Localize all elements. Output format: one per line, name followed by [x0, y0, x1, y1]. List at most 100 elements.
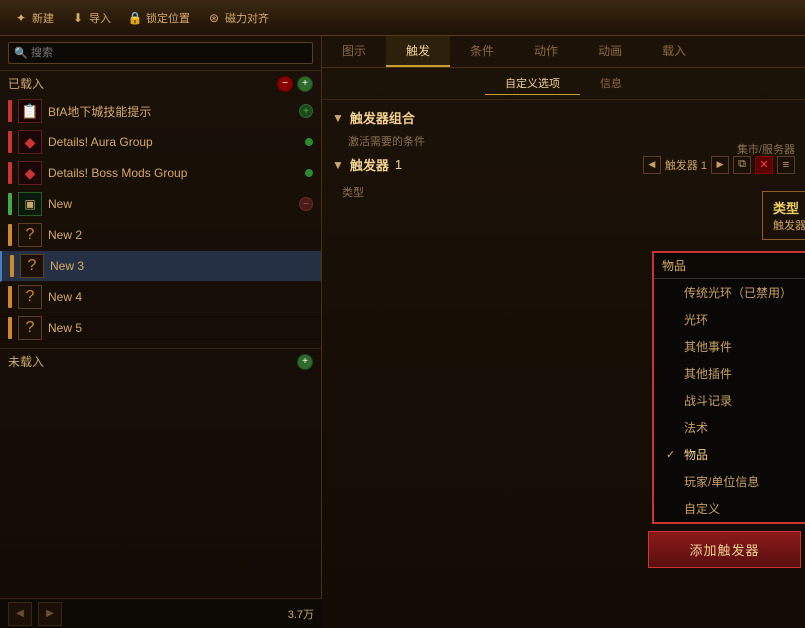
- loaded-expand-button[interactable]: +: [297, 76, 313, 92]
- check-icon: [666, 368, 678, 380]
- item-label: Details! Boss Mods Group: [48, 166, 301, 180]
- nav-arrows: ◀ ▶: [8, 602, 62, 626]
- item-icon: ◆: [18, 130, 42, 154]
- dropdown-item-8[interactable]: 自定义: [654, 495, 805, 522]
- search-icon: 🔍: [14, 47, 28, 60]
- dropdown-item-label: 自定义: [684, 500, 720, 517]
- nav-next-button[interactable]: ▶: [38, 602, 62, 626]
- tab-animation[interactable]: 动画: [578, 36, 642, 67]
- type-dropdown: 物品 ▼ 传统光环（已禁用） 光环 其他事件 其他插件 战斗记: [652, 251, 805, 524]
- trigger-copy-btn[interactable]: ⧉: [733, 156, 751, 174]
- tab-trigger[interactable]: 触发: [386, 36, 450, 67]
- trigger-title-row: ▼ 触发器 1: [332, 155, 402, 174]
- nav-prev-button[interactable]: ◀: [8, 602, 32, 626]
- add-trigger-button[interactable]: 添加触发器: [648, 531, 800, 568]
- item-icon: 📋: [18, 99, 42, 123]
- unloaded-section-header: 未载入 +: [0, 348, 321, 374]
- item-label: New: [48, 197, 295, 211]
- search-input[interactable]: [8, 42, 313, 64]
- new-label: 新建: [32, 10, 54, 26]
- dropdown-item-0[interactable]: 传统光环（已禁用）: [654, 279, 805, 306]
- trigger-delete-btn[interactable]: ✕: [755, 156, 773, 174]
- magnet-icon: ⊛: [206, 10, 222, 26]
- sub-tab-bar: 自定义选项 信息: [322, 68, 805, 100]
- dropdown-item-2[interactable]: 其他事件: [654, 333, 805, 360]
- dropdown-item-label: 玩家/单位信息: [684, 473, 759, 490]
- server-label: 集市/服务器: [737, 141, 795, 157]
- item-icon: ?: [18, 223, 42, 247]
- lock-label: 锁定位置: [146, 10, 190, 26]
- content-area: ▼ 触发器组合 激活需要的条件 集市/服务器 ▼ 触发器 1 ◀ 触发器 1 ▶…: [322, 100, 805, 212]
- type-label: 类型: [342, 184, 364, 200]
- tab-condition[interactable]: 条件: [450, 36, 514, 67]
- item-color-bar: [10, 255, 14, 277]
- tab-icon[interactable]: 图示: [322, 36, 386, 67]
- sub-tab-custom[interactable]: 自定义选项: [485, 72, 580, 95]
- trigger-prev-btn[interactable]: ◀: [643, 156, 661, 174]
- trigger-header: ▼ 触发器 1 ◀ 触发器 1 ▶ ⧉ ✕ ≡: [332, 155, 795, 174]
- check-icon: [666, 341, 678, 353]
- list-item-new3[interactable]: ? New 3: [0, 251, 321, 282]
- dropdown-item-5[interactable]: 法术: [654, 414, 805, 441]
- trigger-group-title: 触发器组合: [350, 108, 415, 127]
- list-item-new4[interactable]: ? New 4: [0, 282, 321, 313]
- item-color-bar: [8, 131, 12, 153]
- trigger-label: 触发器: [350, 155, 389, 174]
- sub-tab-info[interactable]: 信息: [580, 72, 642, 95]
- right-panel: 图示 触发 条件 动作 动画 载入 自定义选项 信息 ▼ 触发器组合: [322, 36, 805, 628]
- item-color-bar: [8, 224, 12, 246]
- magnet-button[interactable]: ⊛ 磁力对齐: [201, 8, 274, 28]
- item-minus-btn[interactable]: −: [299, 197, 313, 211]
- lock-icon: 🔒: [127, 10, 143, 26]
- search-box: 🔍: [8, 42, 313, 64]
- trigger-menu-btn[interactable]: ≡: [777, 156, 795, 174]
- add-trigger-area: 添加触发器: [644, 531, 805, 568]
- list-item-details-boss[interactable]: ◆ Details! Boss Mods Group: [0, 158, 321, 189]
- dropdown-item-4[interactable]: 战斗记录: [654, 387, 805, 414]
- dropdown-selected-label: 物品: [662, 257, 686, 274]
- status-count: 3.7万: [288, 606, 314, 622]
- item-color-bar: [8, 286, 12, 308]
- list-item-new[interactable]: ▣ New −: [0, 189, 321, 220]
- dropdown-item-label: 法术: [684, 419, 708, 436]
- list-item-bfa[interactable]: 📋 BfA地下城技能提示 +: [0, 96, 321, 127]
- left-panel: 🔍 已载入 − + 📋 BfA地下城技能提示 + ◆ Details! Aura…: [0, 36, 322, 628]
- tooltip-popup: 类型 触发器类型: [762, 191, 805, 240]
- list-item-new5[interactable]: ? New 5: [0, 313, 321, 344]
- item-label: New 4: [48, 290, 313, 304]
- trigger-nav-label: 触发器 1: [665, 157, 707, 173]
- list-item-new2[interactable]: ? New 2: [0, 220, 321, 251]
- tooltip-title: 类型: [773, 198, 805, 217]
- import-label: 导入: [89, 10, 111, 26]
- unloaded-add-button[interactable]: +: [297, 354, 313, 370]
- import-button[interactable]: ⬇ 导入: [65, 8, 116, 28]
- loaded-collapse-button[interactable]: −: [277, 76, 293, 92]
- new-button[interactable]: ✦ 新建: [8, 8, 59, 28]
- tab-bar: 图示 触发 条件 动作 动画 载入: [322, 36, 805, 68]
- trigger-group-subtitle: 激活需要的条件: [332, 133, 795, 149]
- list-item-details-aura[interactable]: ◆ Details! Aura Group: [0, 127, 321, 158]
- dropdown-item-label: 物品: [684, 446, 708, 463]
- item-color-bar: [8, 317, 12, 339]
- item-icon: ?: [18, 285, 42, 309]
- dropdown-item-1[interactable]: 光环: [654, 306, 805, 333]
- tab-action[interactable]: 动作: [514, 36, 578, 67]
- toolbar: ✦ 新建 ⬇ 导入 🔒 锁定位置 ⊛ 磁力对齐: [0, 0, 805, 36]
- dropdown-item-6[interactable]: ✓ 物品: [654, 441, 805, 468]
- item-label: New 2: [48, 228, 313, 242]
- trigger-next-btn[interactable]: ▶: [711, 156, 729, 174]
- tooltip-desc: 触发器类型: [773, 217, 805, 233]
- item-add-btn[interactable]: +: [299, 104, 313, 118]
- item-color-bar: [8, 100, 12, 122]
- dropdown-item-label: 传统光环（已禁用）: [684, 284, 792, 301]
- loaded-section-controls: − +: [277, 76, 313, 92]
- check-icon: [666, 287, 678, 299]
- dropdown-item-7[interactable]: 玩家/单位信息: [654, 468, 805, 495]
- lock-button[interactable]: 🔒 锁定位置: [122, 8, 195, 28]
- magnet-label: 磁力对齐: [225, 10, 269, 26]
- unloaded-section-controls: +: [297, 354, 313, 370]
- tab-load[interactable]: 载入: [642, 36, 706, 67]
- dropdown-item-3[interactable]: 其他插件: [654, 360, 805, 387]
- dropdown-header[interactable]: 物品 ▼: [654, 253, 805, 279]
- check-icon: ✓: [666, 448, 678, 461]
